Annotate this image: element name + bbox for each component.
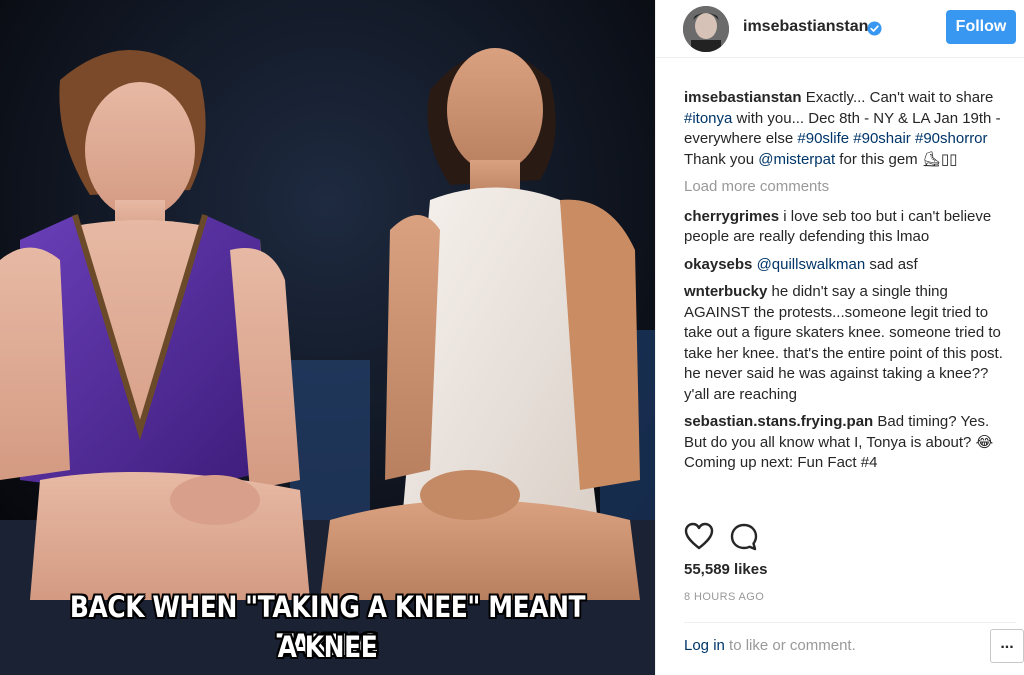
comments-list: imsebastianstan Exactly... Can't wait to… [684, 88, 1009, 510]
hashtag-itonya[interactable]: #itonya [684, 110, 732, 127]
comment-item: wnterbucky he didn't say a single thing … [684, 282, 1009, 405]
caption-text: Exactly... Can't wait to share [801, 89, 994, 106]
caption-text: Thank you [684, 150, 759, 168]
comment-mention[interactable]: @quillswalkman [757, 256, 866, 273]
comment-bubble-icon[interactable] [729, 522, 759, 552]
load-more-comments[interactable]: Load more comments [684, 177, 1009, 198]
hashtag-90shorror[interactable]: #90shorror [915, 130, 988, 147]
comment-username[interactable]: cherrygrimes [684, 208, 779, 225]
hashtag-90shair[interactable]: #90shair [853, 130, 911, 147]
more-options-icon[interactable]: ... [990, 629, 1024, 663]
login-prompt-text: to like or comment. [724, 637, 856, 654]
heart-icon[interactable] [684, 522, 714, 550]
caption-username[interactable]: imsebastianstan [684, 89, 802, 106]
login-prompt: Log in to like or comment. [684, 637, 856, 654]
comment-item: sebastian.stans.frying.pan Bad timing? Y… [684, 412, 1009, 474]
comment-item: cherrygrimes i love seb too but i can't … [684, 207, 1009, 248]
mention-misterpat[interactable]: @misterpat [758, 151, 835, 168]
comment-username[interactable]: okaysebs [684, 256, 752, 273]
post-caption: imsebastianstan Exactly... Can't wait to… [684, 88, 1009, 170]
avatar[interactable] [683, 6, 729, 52]
header-username[interactable]: imsebastianstan [743, 18, 868, 36]
post-photo-illustration [0, 0, 655, 675]
divider [684, 622, 1016, 623]
comment-item: okaysebs @quillswalkman sad asf [684, 255, 1009, 276]
caption-text: for this gem ⛸ [835, 150, 941, 168]
comment-text: sad asf [865, 255, 918, 273]
login-link[interactable]: Log in [684, 637, 725, 654]
verified-badge-icon [867, 21, 882, 36]
post-header: imsebastianstan Follow [656, 0, 1024, 58]
likes-count[interactable]: 55,589 likes [684, 561, 767, 578]
caption-emoji: ▯▯ [940, 150, 958, 168]
comment-username[interactable]: wnterbucky [684, 283, 767, 300]
post-timestamp[interactable]: 8 HOURS AGO [684, 591, 764, 603]
post-image[interactable]: BACK WHEN "TAKING A KNEE" MEANT TAKING A… [0, 0, 655, 675]
avatar-photo [683, 6, 729, 52]
image-caption-line-2: A KNEE [277, 630, 378, 664]
follow-button[interactable]: Follow [946, 10, 1016, 44]
comment-text: he didn't say a single thing AGAINST the… [684, 283, 1003, 403]
hashtag-90slife[interactable]: #90slife [797, 130, 849, 147]
post-side-panel: imsebastianstan Follow imsebastianstan E… [655, 0, 1024, 675]
comment-username[interactable]: sebastian.stans.frying.pan [684, 413, 873, 430]
